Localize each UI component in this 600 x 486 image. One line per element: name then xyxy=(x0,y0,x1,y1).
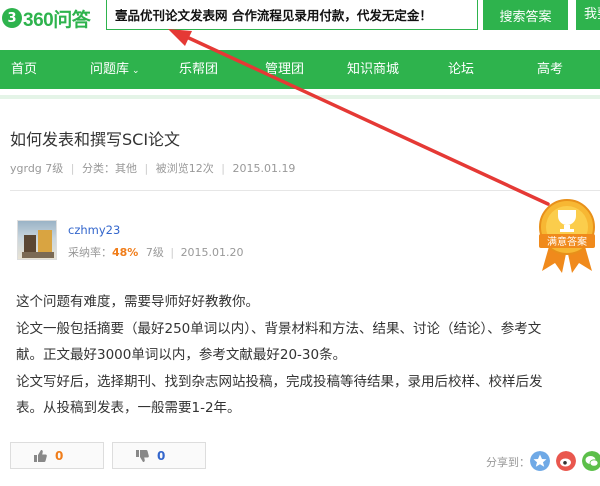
answer-line: 表。从投稿到发表，一般需要1-2年。 xyxy=(16,400,241,416)
ask-button[interactable]: 我要提问 xyxy=(576,0,600,30)
nav-item-gaokao[interactable]: 高考 xyxy=(537,50,563,89)
downvote-count: 0 xyxy=(157,448,166,463)
question-title: 如何发表和撰写SCI论文 xyxy=(10,130,181,149)
search-box xyxy=(106,0,478,30)
avatar-shape xyxy=(24,235,36,253)
answer-body: 这个问题有难度，需要导师好好教教你。 论文一般包括摘要（最好250单词以内）、背… xyxy=(16,289,600,422)
satisfied-answer-badge: 满意答案 xyxy=(539,199,595,273)
logo[interactable]: 3 360问答 xyxy=(2,4,91,32)
answer-line: 论文写好后，选择期刊、找到杂志网站投稿，完成投稿等待结果，录用后校样、校样后发 xyxy=(16,373,543,390)
badge-label: 满意答案 xyxy=(547,235,587,248)
search-button[interactable]: 搜索答案 xyxy=(483,0,568,30)
chevron-down-icon: ⌄ xyxy=(132,66,140,76)
question-views: 被浏览12次 xyxy=(155,162,214,175)
answerer-level: 7级 xyxy=(145,246,164,259)
answer-date: 2015.01.20 xyxy=(180,246,244,259)
question-author-level: 7级 xyxy=(45,162,64,175)
nav-item-home[interactable]: 首页 xyxy=(11,50,37,89)
answerer-avatar[interactable] xyxy=(17,220,57,260)
qzone-share-icon[interactable] xyxy=(530,451,550,471)
nav-item-management[interactable]: 管理团 xyxy=(265,50,304,89)
avatar-shape xyxy=(22,252,54,258)
accept-rate-label: 采纳率： xyxy=(68,246,112,259)
downvote-button[interactable]: 0 xyxy=(112,442,206,469)
nav-item-lebangtuan[interactable]: 乐帮团 xyxy=(179,50,218,89)
search-input[interactable] xyxy=(115,0,477,29)
answer-line: 论文一般包括摘要（最好250单词以内）、背景材料和方法、结果、讨论（结论）、参考… xyxy=(16,320,542,337)
meta-separator: | xyxy=(221,162,225,175)
answer-line: 献。正文最好3000单词以内，参考文献最好20-30条。 xyxy=(16,347,347,363)
avatar-shape xyxy=(38,230,52,252)
accept-rate: 48% xyxy=(112,246,139,259)
nav-item-label: 问题库 xyxy=(90,62,130,77)
logo-mark: 3 xyxy=(2,8,22,28)
meta-separator: | xyxy=(170,246,175,259)
thumbs-up-icon xyxy=(34,449,47,462)
share-label: 分享到： xyxy=(486,456,530,469)
answer-meta: 采纳率：48% 7级 | 2015.01.20 xyxy=(68,244,244,260)
upvote-button[interactable]: 0 xyxy=(10,442,104,469)
wechat-share-icon[interactable] xyxy=(582,451,600,471)
answer-line: 这个问题有难度，需要导师好好教教你。 xyxy=(16,294,259,310)
thumbs-down-icon xyxy=(136,449,149,462)
section-divider xyxy=(10,190,600,191)
meta-separator: | xyxy=(144,162,149,175)
content-top-rule xyxy=(0,95,600,99)
top-bar: 3 360问答 搜索答案 我要提问 xyxy=(0,0,600,38)
logo-text: 360问答 xyxy=(23,9,91,31)
question-meta: ygrdg 7级 | 分类：其他 | 被浏览12次 | 2015.01.19 xyxy=(10,160,295,176)
question-author[interactable]: ygrdg xyxy=(10,162,42,175)
main-nav: 首页 问题库 ⌄ 乐帮团 管理团 知识商城 论坛 高考 xyxy=(0,50,600,89)
answerer-name[interactable]: czhmy23 xyxy=(68,223,120,237)
upvote-count: 0 xyxy=(55,448,64,463)
question-date: 2015.01.19 xyxy=(232,162,296,175)
weibo-share-icon[interactable] xyxy=(556,451,576,471)
nav-item-knowledge-mall[interactable]: 知识商城 xyxy=(347,50,399,89)
nav-item-question-library[interactable]: 问题库 ⌄ xyxy=(90,50,140,89)
question-category: 分类：其他 xyxy=(82,162,138,175)
meta-separator: | xyxy=(70,162,75,175)
nav-item-forum[interactable]: 论坛 xyxy=(448,50,474,89)
